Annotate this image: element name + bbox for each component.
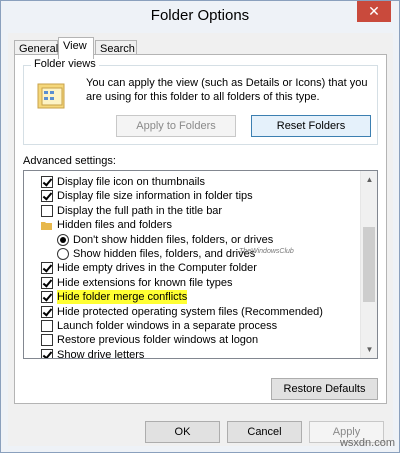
setting-radio[interactable] <box>57 233 69 246</box>
setting-checkbox[interactable] <box>41 176 53 188</box>
setting-checkbox[interactable] <box>41 305 53 318</box>
setting-label: Show drive letters <box>57 348 145 359</box>
folder-icon <box>41 222 52 231</box>
setting-checkbox[interactable] <box>41 348 53 358</box>
title-bar: Folder Options ✕ <box>1 1 399 33</box>
ok-button[interactable]: OK <box>145 421 220 443</box>
setting-label: Restore previous folder windows at logon <box>57 334 259 347</box>
advanced-settings-list[interactable]: Display file icon on thumbnails Display f… <box>23 170 378 359</box>
apply-to-folders-button[interactable]: Apply to Folders <box>116 115 236 137</box>
scroll-thumb[interactable] <box>363 227 375 302</box>
folder-views-label: Folder views <box>31 58 99 70</box>
setting-label: Hide folder merge conflicts <box>57 290 188 305</box>
watermark-text: TheWindowsClub <box>239 248 294 255</box>
dialog-client: General View Search Folder views You can… <box>8 33 393 446</box>
setting-label: Hide protected operating system files (R… <box>57 305 323 318</box>
setting-radio[interactable] <box>57 248 69 260</box>
setting-label: Display the full path in the title bar <box>57 204 223 217</box>
folder-views-icon <box>37 83 65 109</box>
setting-checkbox[interactable] <box>41 320 53 332</box>
window-title: Folder Options <box>150 7 250 24</box>
tab-view[interactable]: View <box>58 37 94 59</box>
setting-label: Show hidden files, folders, and drives <box>73 248 256 260</box>
view-tab-panel: Folder views You can apply the view (suc… <box>14 54 387 404</box>
setting-checkbox[interactable] <box>41 190 53 203</box>
setting-checkbox[interactable] <box>41 262 53 275</box>
restore-defaults-button[interactable]: Restore Defaults <box>271 378 378 400</box>
setting-label: Display file size information in folder … <box>57 190 253 203</box>
advanced-settings-label: Advanced settings: <box>23 155 116 167</box>
setting-label: Hidden files and folders <box>57 219 172 232</box>
cancel-button[interactable]: Cancel <box>227 421 302 443</box>
close-button[interactable]: ✕ <box>357 1 391 22</box>
folder-views-group: Folder views You can apply the view (suc… <box>23 58 378 145</box>
setting-label: Launch folder windows in a separate proc… <box>57 320 278 332</box>
setting-checkbox[interactable] <box>41 204 53 217</box>
footer-watermark: wsxdn.com <box>339 437 395 449</box>
scroll-down-icon[interactable]: ▼ <box>361 341 377 358</box>
setting-label: Hide extensions for known file types <box>57 276 233 289</box>
vertical-scrollbar[interactable]: ▲ ▼ <box>360 171 377 358</box>
setting-checkbox[interactable] <box>41 291 53 304</box>
setting-checkbox[interactable] <box>41 334 53 347</box>
reset-folders-button[interactable]: Reset Folders <box>251 115 371 137</box>
folder-options-window: Folder Options ✕ General View Search Fol… <box>0 0 400 453</box>
setting-label: Don't show hidden files, folders, or dri… <box>73 233 274 246</box>
folder-views-description: You can apply the view (such as Details … <box>86 77 368 103</box>
scroll-up-icon[interactable]: ▲ <box>361 171 377 188</box>
setting-label: Display file icon on thumbnails <box>57 176 205 188</box>
close-icon: ✕ <box>368 3 380 19</box>
setting-checkbox[interactable] <box>41 276 53 289</box>
setting-label: Hide empty drives in the Computer folder <box>57 262 257 275</box>
